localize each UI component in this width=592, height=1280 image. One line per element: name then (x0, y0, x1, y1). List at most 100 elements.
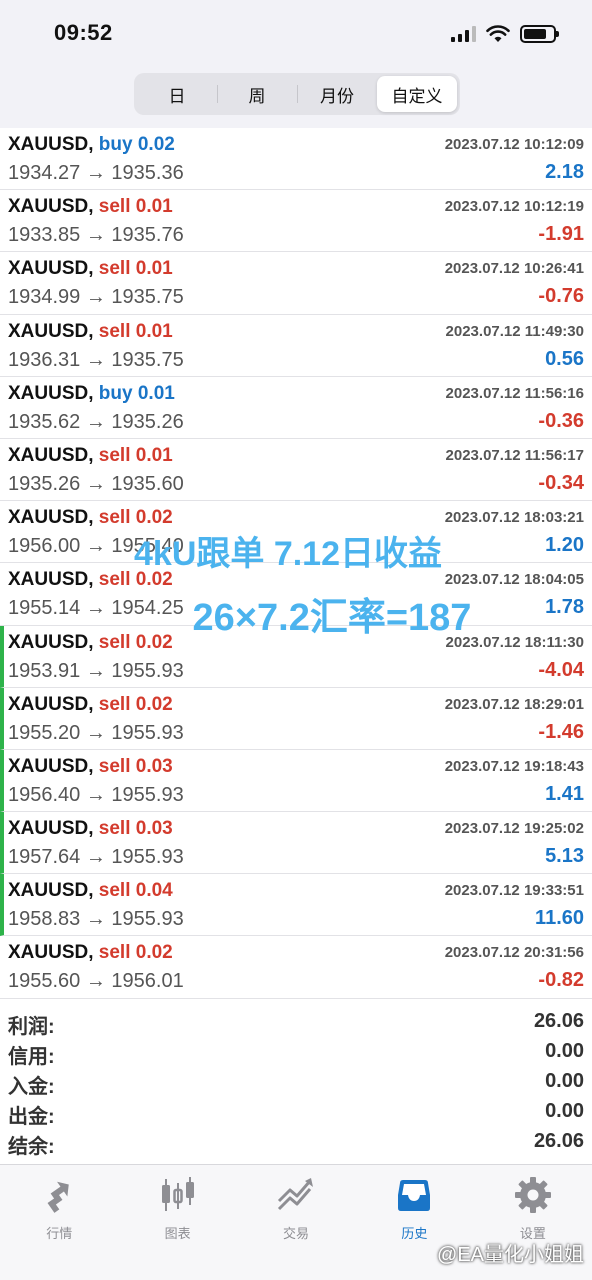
trade-row[interactable]: XAUUSD, sell 0.04 2023.07.12 19:33:51 1958… (0, 874, 592, 937)
trade-prices: 1958.83 → 1955.93 (8, 908, 184, 931)
trade-side: sell 0.02 (98, 507, 173, 529)
tab-trade[interactable]: 交易 (237, 1165, 355, 1280)
trade-datetime: 2023.07.12 18:11:30 (445, 633, 584, 651)
trade-symbol: XAUUSD, (8, 818, 94, 840)
trade-symbol: XAUUSD, (8, 382, 94, 404)
trade-prices: 1955.14 → 1954.25 (8, 597, 184, 620)
trade-row[interactable]: XAUUSD, buy 0.02 2023.07.12 10:12:09 1934.… (0, 128, 592, 191)
period-tab-day[interactable]: 日 (137, 76, 217, 112)
trade-datetime: 2023.07.12 18:04:05 (444, 571, 584, 589)
trade-row[interactable]: XAUUSD, sell 0.01 2023.07.12 10:26:41 1934… (0, 252, 592, 315)
trade-symbol: XAUUSD, (8, 755, 94, 777)
trade-title: XAUUSD, sell 0.03 (8, 756, 173, 778)
tab-label: 图表 (164, 1226, 191, 1241)
trade-prices: 1953.91 → 1955.93 (8, 659, 184, 682)
trade-profit: 1.78 (545, 596, 584, 619)
trade-datetime: 2023.07.12 18:03:21 (444, 509, 584, 527)
trade-row[interactable]: XAUUSD, buy 0.01 2023.07.12 11:56:16 1935.… (0, 377, 592, 439)
trade-history-list: XAUUSD, buy 0.02 2023.07.12 10:12:09 1934.… (0, 128, 592, 999)
quotes-icon (47, 1181, 69, 1213)
watermark: @EA量化小姐姐 (437, 1244, 584, 1266)
trade-side: sell 0.01 (98, 320, 173, 342)
trade-row[interactable]: XAUUSD, sell 0.03 2023.07.12 19:18:43 1956… (0, 749, 592, 813)
summary-value: 26.06 (533, 1130, 584, 1152)
trade-row[interactable]: XAUUSD, sell 0.02 2023.07.12 18:29:01 1955… (0, 687, 592, 750)
tab-label: 行情 (46, 1226, 73, 1241)
trade-prices: 1955.20 → 1955.93 (8, 721, 184, 744)
trade-row[interactable]: XAUUSD, sell 0.01 2023.07.12 11:56:17 1935… (0, 439, 592, 502)
status-bar: 09:52 (0, 0, 592, 68)
trade-title: XAUUSD, sell 0.02 (8, 942, 173, 964)
trade-datetime: 2023.07.12 10:12:19 (444, 198, 584, 216)
period-tab-custom[interactable]: 自定义 (377, 76, 457, 112)
trade-profit: -1.46 (538, 720, 584, 743)
period-tab-week[interactable]: 周 (217, 76, 297, 112)
trade-symbol: XAUUSD, (8, 569, 94, 591)
trade-symbol: XAUUSD, (8, 134, 94, 155)
trade-profit: 1.20 (545, 534, 584, 557)
summary-row-profit: 利润: 26.06 (0, 1008, 592, 1038)
summary-label: 出金: (8, 1106, 55, 1128)
trade-prices: 1957.64 → 1955.93 (8, 846, 184, 869)
trade-side: sell 0.01 (98, 258, 173, 280)
trade-symbol: XAUUSD, (8, 320, 94, 342)
summary-value: 0.00 (545, 1100, 584, 1122)
tab-chart[interactable]: 图表 (118, 1165, 236, 1280)
trade-title: XAUUSD, buy 0.01 (8, 383, 175, 405)
trade-profit: -4.04 (538, 658, 584, 681)
trade-title: XAUUSD, buy 0.02 (8, 134, 175, 156)
trade-prices: 1934.27 → 1935.36 (8, 162, 184, 184)
trade-row[interactable]: XAUUSD, sell 0.02 2023.07.12 20:31:56 1955… (0, 936, 592, 999)
battery-icon (520, 25, 559, 43)
history-inbox-icon (398, 1180, 431, 1211)
trade-symbol: XAUUSD, (8, 196, 94, 218)
trade-datetime: 2023.07.12 11:56:17 (445, 446, 584, 464)
trade-side: sell 0.04 (98, 880, 173, 902)
period-tab-month[interactable]: 月份 (297, 76, 377, 112)
status-time: 09:52 (54, 20, 113, 45)
trade-symbol: XAUUSD, (8, 507, 94, 529)
trade-symbol: XAUUSD, (8, 631, 94, 653)
trade-profit: -0.34 (538, 471, 584, 494)
trade-title: XAUUSD, sell 0.03 (8, 818, 173, 840)
trade-row[interactable]: XAUUSD, sell 0.01 2023.07.12 11:49:30 1936… (0, 315, 592, 377)
trade-profit: 0.56 (545, 347, 584, 370)
trade-prices: 1935.62 → 1935.26 (8, 410, 184, 433)
trade-title: XAUUSD, sell 0.02 (8, 569, 173, 591)
trade-datetime: 2023.07.12 19:18:43 (444, 757, 584, 775)
trade-side: sell 0.01 (98, 196, 173, 218)
trade-row[interactable]: XAUUSD, sell 0.01 2023.07.12 10:12:19 1933… (0, 190, 592, 253)
trade-datetime: 2023.07.12 18:29:01 (444, 695, 584, 713)
trade-side: sell 0.02 (98, 569, 173, 591)
trade-symbol: XAUUSD, (8, 942, 94, 964)
summary-value: 0.00 (545, 1040, 584, 1062)
period-segmented-control: 日 周 月份 自定义 (134, 73, 460, 115)
trade-title: XAUUSD, sell 0.01 (8, 196, 173, 218)
summary-value: 26.06 (533, 1010, 584, 1032)
trade-side: sell 0.02 (98, 693, 173, 715)
summary-value: 0.00 (545, 1070, 584, 1092)
trade-title: XAUUSD, sell 0.02 (8, 694, 173, 716)
chart-candles-icon (161, 1177, 194, 1211)
trade-row[interactable]: XAUUSD, sell 0.02 2023.07.12 18:11:30 1953… (0, 625, 592, 688)
trade-title: XAUUSD, sell 0.01 (8, 445, 173, 467)
trade-profit: 11.60 (535, 907, 584, 930)
trade-side: sell 0.02 (98, 631, 173, 653)
trade-title: XAUUSD, sell 0.01 (8, 321, 173, 343)
summary-row-credit: 信用: 0.00 (0, 1038, 592, 1068)
tab-quotes[interactable]: 行情 (0, 1165, 118, 1280)
trade-row[interactable]: XAUUSD, sell 0.02 2023.07.12 18:04:05 1955… (0, 563, 592, 626)
tab-label: 历史 (401, 1226, 428, 1241)
trade-title: XAUUSD, sell 0.02 (8, 632, 173, 654)
trade-datetime: 2023.07.12 11:49:30 (445, 322, 584, 340)
trade-side: buy 0.01 (98, 382, 175, 404)
period-bar: 日 周 月份 自定义 (0, 68, 592, 128)
summary-label: 信用: (8, 1046, 55, 1068)
trade-row[interactable]: XAUUSD, sell 0.03 2023.07.12 19:25:02 1957… (0, 812, 592, 875)
summary-label: 结余: (8, 1136, 55, 1158)
trade-row[interactable]: XAUUSD, sell 0.02 2023.07.12 18:03:21 1956… (0, 501, 592, 564)
trade-datetime: 2023.07.12 11:56:16 (445, 384, 584, 402)
tab-label: 交易 (283, 1226, 310, 1241)
summary-row-withdrawal: 出金: 0.00 (0, 1098, 592, 1128)
mt-history-screen: 09:52 日 周 月份 自定义 XAUUSD, buy 0.02 2023.07… (0, 0, 592, 1280)
